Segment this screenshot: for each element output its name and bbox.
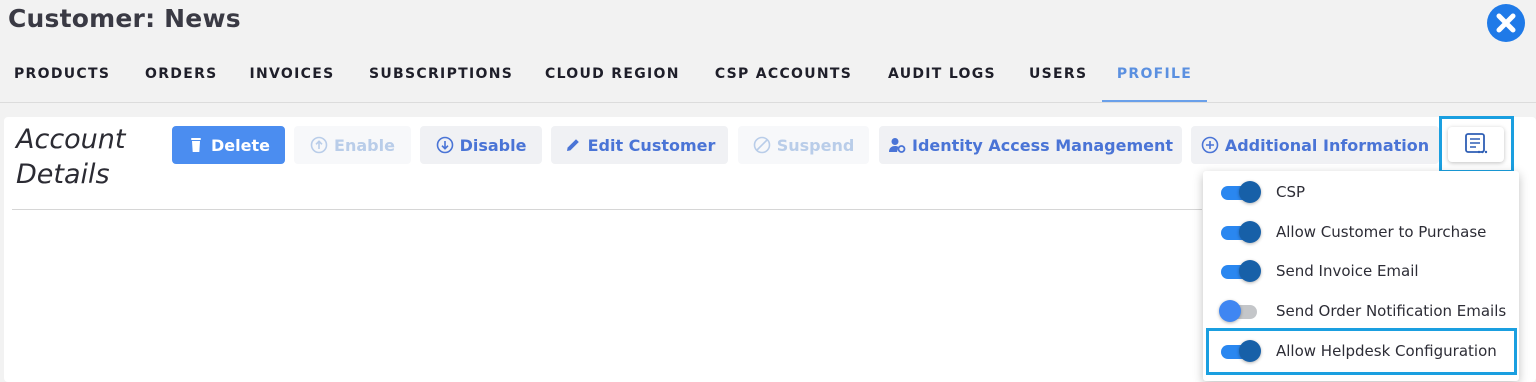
iam-label: Identity Access Management (911, 135, 1174, 155)
page-title: Customer: News (8, 4, 241, 33)
options-dropdown: CSP Allow Customer to Purchase Send Invo… (1203, 171, 1519, 381)
enable-button[interactable]: Enable (294, 126, 411, 164)
additional-information-label: Additional Information (1224, 135, 1430, 155)
arrow-down-circle-icon (436, 136, 454, 154)
send-order-notification-toggle[interactable] (1219, 300, 1259, 322)
arrow-up-circle-icon (310, 136, 328, 154)
tab-audit-logs[interactable]: AUDIT LOGS (888, 52, 995, 100)
suspend-label: Suspend (776, 135, 855, 155)
plus-circle-icon (1201, 136, 1219, 154)
dropdown-item-csp[interactable]: CSP (1203, 173, 1519, 213)
dropdown-item-label: Allow Helpdesk Configuration (1276, 342, 1497, 360)
section-title-line2: Details (16, 159, 110, 190)
disable-label: Disable (459, 135, 527, 155)
tab-bar: PRODUCTS ORDERS INVOICES SUBSCRIPTIONS C… (0, 52, 1536, 102)
dropdown-item-label: Allow Customer to Purchase (1276, 223, 1487, 241)
tab-users[interactable]: USERS (1029, 52, 1086, 100)
enable-label: Enable (334, 135, 395, 155)
dropdown-item-label: Send Order Notification Emails (1276, 302, 1507, 320)
send-invoice-email-toggle[interactable] (1219, 260, 1261, 282)
additional-information-button[interactable]: Additional Information (1191, 126, 1439, 164)
allow-helpdesk-configuration-toggle[interactable] (1219, 340, 1261, 362)
tab-profile[interactable]: PROFILE (1102, 52, 1207, 102)
dropdown-item-label: Send Invoice Email (1276, 262, 1419, 280)
pencil-icon (564, 136, 582, 154)
divider (12, 209, 1202, 210)
edit-customer-label: Edit Customer (587, 135, 716, 155)
list-menu-icon (1465, 133, 1488, 154)
dropdown-item-label: CSP (1276, 183, 1306, 201)
close-icon[interactable] (1487, 4, 1525, 42)
tab-subscriptions[interactable]: SUBSCRIPTIONS (369, 52, 512, 100)
suspend-button[interactable]: Suspend (738, 126, 869, 164)
user-gear-icon (888, 136, 906, 154)
page-header: Customer: News PRODUCTS ORDERS INVOICES … (0, 0, 1536, 103)
edit-customer-button[interactable]: Edit Customer (551, 126, 728, 164)
dropdown-item-allow-customer-purchase[interactable]: Allow Customer to Purchase (1203, 213, 1519, 253)
ban-icon (753, 136, 771, 154)
delete-button[interactable]: Delete (172, 126, 285, 164)
dropdown-item-allow-helpdesk-configuration[interactable]: Allow Helpdesk Configuration (1203, 332, 1519, 372)
tab-invoices[interactable]: INVOICES (249, 52, 335, 100)
section-title-line1: Account (16, 124, 126, 155)
section-title: Account Details (16, 122, 166, 192)
disable-button[interactable]: Disable (420, 126, 542, 164)
dropdown-item-send-invoice-email[interactable]: Send Invoice Email (1203, 252, 1519, 292)
identity-access-management-button[interactable]: Identity Access Management (879, 126, 1182, 164)
list-menu-button[interactable] (1448, 127, 1504, 162)
trash-icon (187, 136, 205, 154)
dropdown-item-send-order-notification[interactable]: Send Order Notification Emails (1203, 292, 1519, 332)
csp-toggle[interactable] (1219, 181, 1261, 203)
tab-orders[interactable]: ORDERS (145, 52, 216, 100)
tab-csp-accounts[interactable]: CSP ACCOUNTS (713, 52, 854, 100)
tab-products[interactable]: PRODUCTS (14, 52, 110, 100)
menu-button-highlight (1439, 116, 1514, 173)
allow-customer-purchase-toggle[interactable] (1219, 221, 1261, 243)
tab-cloud-region[interactable]: CLOUD REGION (545, 52, 679, 100)
delete-label: Delete (211, 135, 270, 155)
